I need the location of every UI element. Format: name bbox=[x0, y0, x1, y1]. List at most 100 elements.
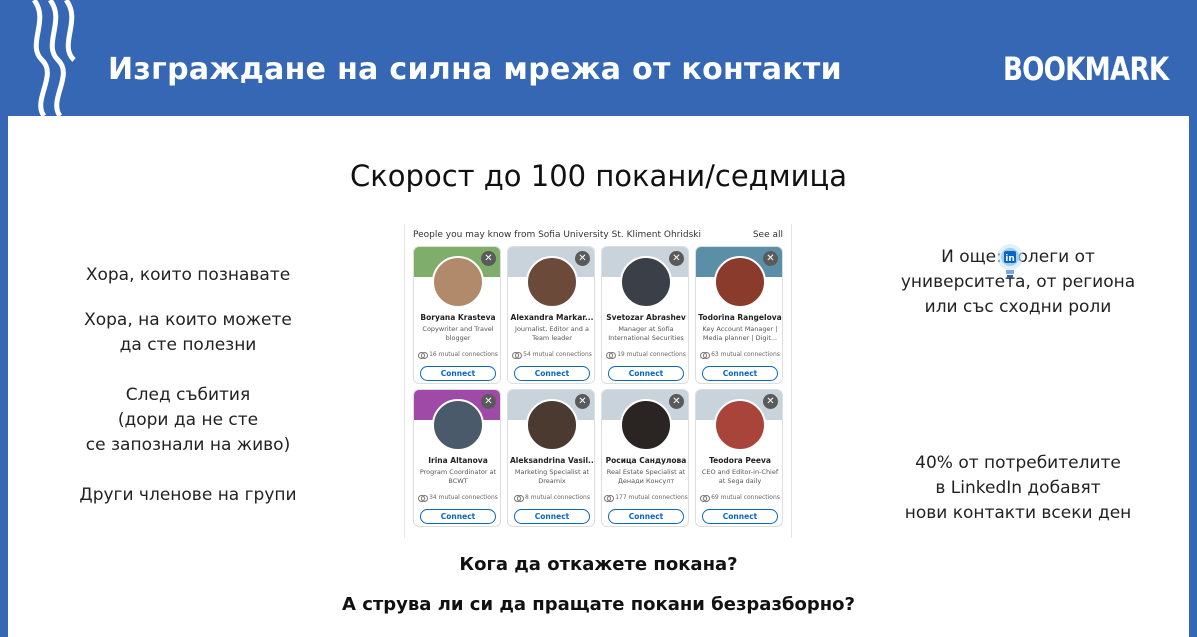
left-item-2-line-1: Хора, на които можете bbox=[84, 310, 292, 330]
left-item-1-line-1: Хора, които познавате bbox=[85, 265, 291, 285]
person-card[interactable]: ✕ Irina Altanova Program Coordinator at BC… bbox=[413, 389, 501, 527]
person-name[interactable]: Alexandra Markar... bbox=[510, 313, 594, 322]
connect-button[interactable]: Connect bbox=[608, 509, 684, 524]
linkedin-bulb-icon: in bbox=[997, 244, 1023, 278]
slide-header: Изграждане на силна мрежа от контакти BO… bbox=[0, 0, 1197, 116]
connect-button[interactable]: Connect bbox=[514, 509, 590, 524]
person-card[interactable]: ✕ Svetozar Abrashev Manager at Sofia Inter… bbox=[601, 246, 689, 384]
close-icon[interactable]: ✕ bbox=[763, 251, 778, 266]
mutual-connections-text: 69 mutual connections bbox=[711, 494, 780, 501]
mutual-connections: 34 mutual connections bbox=[416, 494, 500, 502]
widget-header: People you may know from Sofia Universit… bbox=[413, 230, 785, 240]
avatar[interactable] bbox=[714, 256, 766, 308]
slide-subtitle: Скорост до 100 покани/седмица bbox=[350, 159, 847, 193]
person-role: Journalist, Editor and a Team leader bbox=[515, 325, 589, 342]
person-role: Copywriter and Travel blogger bbox=[422, 325, 494, 342]
person-card[interactable]: ✕ Aleksandrina Vasil... Marketing Speciali… bbox=[507, 389, 595, 527]
right-bottom-line-3: нови контакти всеки ден bbox=[904, 503, 1132, 523]
mutual-connections: 8 mutual connections bbox=[510, 494, 594, 502]
connect-button[interactable]: Connect bbox=[702, 509, 778, 524]
close-icon[interactable]: ✕ bbox=[481, 251, 496, 266]
avatar[interactable] bbox=[432, 256, 484, 308]
left-item-3-line-3: се запознали на живо) bbox=[85, 435, 291, 455]
avatar[interactable] bbox=[620, 399, 672, 451]
connect-button[interactable]: Connect bbox=[702, 366, 778, 381]
person-card[interactable]: ✕ Teodora Peeva CEO and Editor-in-Chief at… bbox=[695, 389, 783, 527]
mutual-connections-text: 8 mutual connections bbox=[525, 494, 590, 501]
mutual-connections-text: 16 mutual connections bbox=[429, 351, 498, 358]
mutual-connections-icon bbox=[604, 495, 615, 502]
mutual-connections-icon bbox=[700, 352, 711, 359]
person-role: CEO and Editor-in-Chief at Sega daily bbox=[701, 468, 779, 485]
left-item-4: Други членове на групи bbox=[63, 483, 313, 508]
decorative-waves-icon bbox=[31, 0, 76, 116]
svg-text:in: in bbox=[1005, 254, 1015, 264]
connect-button[interactable]: Connect bbox=[420, 366, 496, 381]
avatar[interactable] bbox=[620, 256, 672, 308]
slide-title: Изграждане на силна мрежа от контакти bbox=[108, 52, 842, 87]
person-role: Real Estate Specialist at Денади Консулт bbox=[606, 468, 686, 485]
question-1: Кога да откажете покана? bbox=[459, 554, 738, 575]
mutual-connections: 19 mutual connections bbox=[604, 351, 688, 359]
person-card[interactable]: ✕ Boryana Krasteva Copywriter and Travel b… bbox=[413, 246, 501, 384]
close-icon[interactable]: ✕ bbox=[481, 394, 496, 409]
right-bottom-line-2: в LinkedIn добавят bbox=[935, 478, 1101, 498]
mutual-connections-text: 63 mutual connections bbox=[711, 351, 780, 358]
person-name[interactable]: Todorina Rangelova bbox=[698, 313, 782, 322]
close-icon[interactable]: ✕ bbox=[575, 251, 590, 266]
widget-heading: People you may know from Sofia Universit… bbox=[413, 230, 701, 240]
person-name[interactable]: Boryana Krasteva bbox=[416, 313, 500, 322]
left-item-3-line-1: След събития bbox=[125, 385, 251, 405]
avatar[interactable] bbox=[526, 256, 578, 308]
mutual-connections-text: 34 mutual connections bbox=[429, 494, 498, 501]
person-card[interactable]: ✕ Росица Сандулова Real Estate Specialist … bbox=[601, 389, 689, 527]
connect-button[interactable]: Connect bbox=[608, 366, 684, 381]
person-role: Marketing Specialist at Dreamix bbox=[514, 468, 590, 485]
linkedin-people-widget: People you may know from Sofia Universit… bbox=[404, 224, 792, 538]
mutual-connections: 16 mutual connections bbox=[416, 351, 500, 359]
mutual-connections-icon bbox=[418, 495, 429, 502]
person-name[interactable]: Teodora Peeva bbox=[698, 456, 782, 465]
person-card[interactable]: ✕ Alexandra Markar... Journalist, Editor a… bbox=[507, 246, 595, 384]
left-item-3-line-2: (дори да не сте bbox=[117, 410, 259, 430]
person-name[interactable]: Irina Altanova bbox=[416, 456, 500, 465]
question-2: А струва ли си да пращате покани безразб… bbox=[342, 594, 855, 615]
close-icon[interactable]: ✕ bbox=[763, 394, 778, 409]
connect-button[interactable]: Connect bbox=[420, 509, 496, 524]
person-role: Manager at Sofia International Securitie… bbox=[608, 325, 684, 342]
avatar[interactable] bbox=[526, 399, 578, 451]
slide-content: Скорост до 100 покани/седмица Хора, коит… bbox=[8, 116, 1189, 637]
left-item-2: Хора, на които можете да сте полезни bbox=[63, 308, 313, 358]
person-card[interactable]: ✕ Todorina Rangelova Key Account Manager |… bbox=[695, 246, 783, 384]
right-top-line-3: или със сходни роли bbox=[924, 297, 1112, 317]
person-name[interactable]: Aleksandrina Vasil... bbox=[510, 456, 594, 465]
see-all-link[interactable]: See all bbox=[753, 230, 783, 240]
right-bottom-line-1: 40% от потребителите bbox=[915, 453, 1121, 473]
mutual-connections-icon bbox=[606, 352, 617, 359]
mutual-connections-icon bbox=[418, 352, 429, 359]
mutual-connections: 69 mutual connections bbox=[698, 494, 782, 502]
mutual-connections: 54 mutual connections bbox=[510, 351, 594, 359]
close-icon[interactable]: ✕ bbox=[669, 394, 684, 409]
connect-button[interactable]: Connect bbox=[514, 366, 590, 381]
left-item-3: След събития (дори да не сте се запознал… bbox=[63, 383, 313, 458]
right-bottom-text: 40% от потребителите в LinkedIn добавят … bbox=[888, 451, 1148, 526]
person-name[interactable]: Svetozar Abrashev bbox=[604, 313, 688, 322]
mutual-connections-icon bbox=[514, 495, 525, 502]
close-icon[interactable]: ✕ bbox=[575, 394, 590, 409]
mutual-connections-text: 19 mutual connections bbox=[617, 351, 686, 358]
mutual-connections-text: 177 mutual connections bbox=[615, 494, 688, 501]
mutual-connections: 63 mutual connections bbox=[698, 351, 782, 359]
person-role: Key Account Manager | Media planner | Di… bbox=[702, 325, 778, 342]
person-role: Program Coordinator at BCWT bbox=[419, 468, 497, 485]
bookmark-logo: BOOKMARK bbox=[1003, 50, 1169, 88]
left-item-4-line-1: Други членове на групи bbox=[79, 485, 297, 505]
close-icon[interactable]: ✕ bbox=[669, 251, 684, 266]
avatar[interactable] bbox=[714, 399, 766, 451]
left-item-1: Хора, които познавате bbox=[63, 263, 313, 288]
avatar[interactable] bbox=[432, 399, 484, 451]
mutual-connections-icon bbox=[700, 495, 711, 502]
mutual-connections: 177 mutual connections bbox=[604, 494, 688, 502]
mutual-connections-text: 54 mutual connections bbox=[523, 351, 592, 358]
person-name[interactable]: Росица Сандулова bbox=[604, 456, 688, 465]
